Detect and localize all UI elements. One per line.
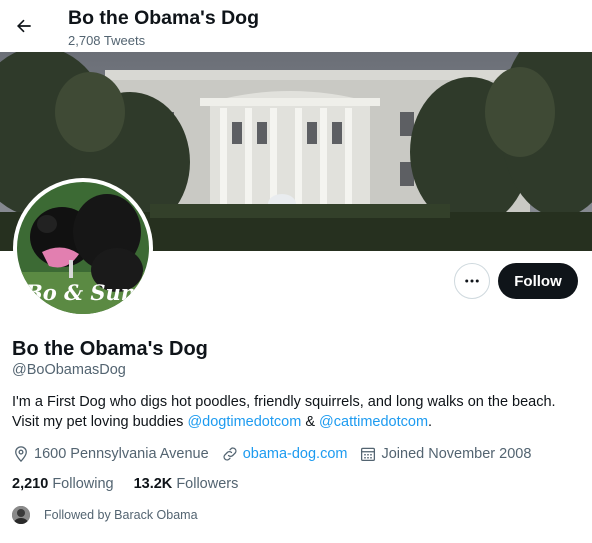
- website[interactable]: obama-dog.com: [221, 445, 348, 463]
- followed-by-text: Followed by Barack Obama: [44, 508, 198, 522]
- follow-stats: 2,210 Following 13.2K Followers: [12, 476, 258, 492]
- following-count: 2,210: [12, 476, 49, 492]
- followers-label: Followers: [176, 476, 239, 492]
- location-text: 1600 Pennsylvania Avenue: [34, 446, 209, 462]
- profile-meta: 1600 Pennsylvania Avenue obama-dog.com J…: [12, 444, 543, 464]
- bio-text: &: [301, 414, 320, 430]
- following-link[interactable]: 2,210 Following: [12, 476, 114, 492]
- more-horizontal-icon: [465, 279, 479, 283]
- arrow-left-icon: [17, 19, 31, 33]
- follower-avatar: [12, 506, 30, 524]
- followers-link[interactable]: 13.2K Followers: [134, 476, 239, 492]
- location-pin-icon: [15, 446, 27, 463]
- more-options-button[interactable]: [454, 263, 490, 299]
- followers-count: 13.2K: [133, 476, 173, 492]
- top-bar: Bo the Obama's Dog 2,708 Tweets: [0, 0, 592, 52]
- join-date: Joined November 2008: [359, 445, 531, 463]
- website-link[interactable]: obama-dog.com: [243, 446, 348, 462]
- following-label: Following: [52, 476, 114, 492]
- mention-dogtime-link[interactable]: @dogtimedotcom: [187, 414, 301, 430]
- page-title: Bo the Obama's Dog: [68, 7, 259, 29]
- bio-line-2: Visit my pet loving buddies @dogtimedotc…: [12, 412, 580, 432]
- link-icon: [223, 447, 237, 461]
- bio-text: Visit my pet loving buddies: [12, 414, 188, 430]
- tweet-count: 2,708 Tweets: [68, 33, 146, 48]
- calendar-icon: [361, 447, 376, 462]
- display-name: Bo the Obama's Dog: [12, 338, 208, 360]
- user-handle: @BoObamasDog: [12, 362, 126, 378]
- location: 1600 Pennsylvania Avenue: [12, 445, 209, 463]
- avatar-caption: Bo & Sunny: [24, 280, 149, 305]
- profile-bio: I'm a First Dog who digs hot poodles, fr…: [12, 392, 580, 432]
- follow-button[interactable]: Follow: [498, 263, 578, 299]
- followed-by[interactable]: Followed by Barack Obama: [12, 506, 198, 524]
- bio-line-1: I'm a First Dog who digs hot poodles, fr…: [12, 394, 556, 410]
- avatar[interactable]: Bo & Sunny: [13, 178, 153, 318]
- join-date-text: Joined November 2008: [381, 446, 532, 462]
- bio-text: .: [428, 414, 433, 430]
- mention-cattime-link[interactable]: @cattimedotcom: [319, 414, 428, 430]
- back-button[interactable]: [10, 12, 38, 40]
